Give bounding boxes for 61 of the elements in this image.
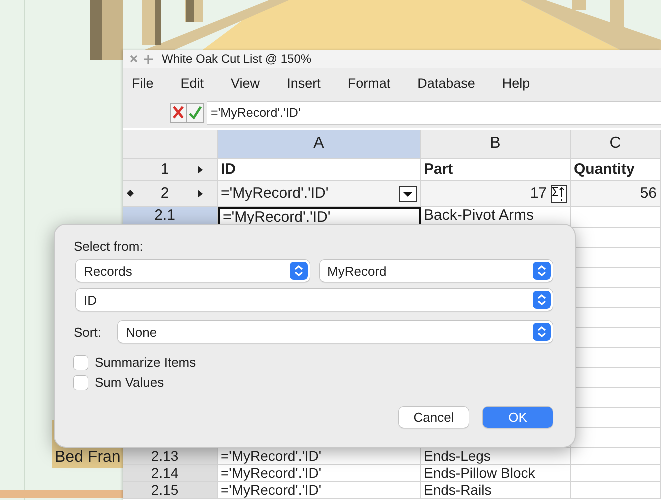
close-icon[interactable] xyxy=(130,55,138,63)
column-header[interactable]: B xyxy=(421,130,571,158)
popup-menu[interactable]: MyRecord xyxy=(320,260,553,282)
window-title: White Oak Cut List @ 150% xyxy=(162,52,312,66)
cancel-accept-buttons[interactable] xyxy=(170,103,204,123)
checkbox-label: Sum Values xyxy=(95,375,164,390)
menu-item[interactable]: Format xyxy=(338,74,391,92)
table-cell: Ends-Pillow Block xyxy=(424,465,536,481)
table-cell: 56 xyxy=(640,185,657,202)
menu-item[interactable]: Help xyxy=(493,74,530,92)
menu-item[interactable]: File xyxy=(123,74,154,92)
column-header[interactable]: C xyxy=(571,130,661,158)
stepper-icon xyxy=(290,262,308,280)
table-cell: ='MyRecord'.'ID' xyxy=(221,185,329,202)
plus-icon[interactable] xyxy=(144,54,153,64)
table-cell: ID xyxy=(221,161,236,178)
row-number: 2.1 xyxy=(154,207,176,225)
sum-sort-icon[interactable] xyxy=(551,184,567,202)
row-number: 2 xyxy=(160,185,170,202)
checkbox[interactable] xyxy=(74,376,88,390)
stepper-icon xyxy=(533,262,551,280)
select-from-label: Select from: xyxy=(74,239,144,254)
dropdown-icon[interactable] xyxy=(399,186,417,202)
menu-item[interactable]: Insert xyxy=(278,74,321,92)
row-header[interactable]: 2.14 xyxy=(123,465,218,481)
table-cell: ='MyRecord'.'ID' xyxy=(221,465,322,481)
row-header[interactable]: 1 xyxy=(123,159,218,180)
table-cell: ='MyRecord'.'ID' xyxy=(221,448,322,464)
popup-menu[interactable]: Records xyxy=(76,260,310,282)
checkbox[interactable] xyxy=(74,356,88,370)
popup-menu[interactable]: None xyxy=(118,321,553,343)
row-header[interactable]: 2.13 xyxy=(123,448,218,464)
formula-field[interactable]: ='MyRecord'.'ID' xyxy=(207,101,661,125)
stepper-icon xyxy=(533,323,551,341)
row-number: 1 xyxy=(160,161,170,178)
row-header[interactable]: 2 xyxy=(123,181,218,206)
row-number: 2.15 xyxy=(150,482,180,498)
row-number: 2.13 xyxy=(150,448,180,464)
sort-label: Sort: xyxy=(74,324,102,340)
cancel-button[interactable]: Cancel xyxy=(399,407,469,428)
diamond-icon xyxy=(126,190,134,197)
checkbox-label: Summarize Items xyxy=(95,355,196,370)
popup-menu[interactable]: ID xyxy=(76,289,553,311)
menu-item[interactable]: Edit xyxy=(172,74,204,92)
stepper-icon xyxy=(533,291,551,309)
menu-item[interactable]: View xyxy=(222,74,260,92)
row-number: 2.14 xyxy=(150,465,180,481)
ok-button[interactable]: OK xyxy=(483,407,553,428)
column-header[interactable]: A xyxy=(218,130,421,158)
expand-arrow-icon[interactable] xyxy=(198,166,202,174)
table-cell: Back-Pivot Arms xyxy=(424,207,534,225)
row-header[interactable]: 2.15 xyxy=(123,482,218,498)
expand-arrow-icon[interactable] xyxy=(198,190,202,198)
table-cell: 17 xyxy=(530,185,547,202)
menu-item[interactable]: Database xyxy=(408,74,476,92)
table-cell: ='MyRecord'.'ID' xyxy=(221,482,322,498)
table-cell: Ends-Rails xyxy=(424,482,492,498)
table-cell: Quantity xyxy=(574,161,635,178)
post-drawing xyxy=(90,0,123,60)
table-cell: Part xyxy=(424,161,454,178)
table-cell: Ends-Legs xyxy=(424,448,491,464)
